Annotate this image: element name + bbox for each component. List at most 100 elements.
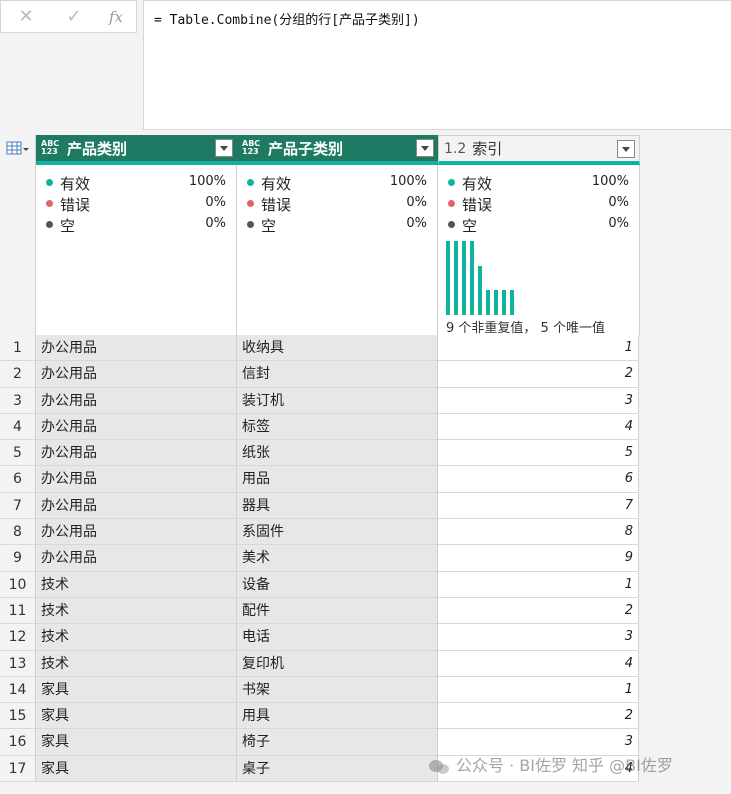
cell-category[interactable]: 家具	[36, 676, 237, 704]
row-number[interactable]: 15	[0, 703, 36, 730]
histogram-bar[interactable]	[470, 241, 474, 315]
cell-category[interactable]: 办公用品	[36, 413, 237, 441]
cell-index[interactable]: 1	[438, 676, 639, 704]
error-dot-icon	[448, 200, 455, 207]
cell-index[interactable]: 2	[438, 703, 639, 730]
cell-category[interactable]: 办公用品	[36, 545, 237, 572]
cell-index[interactable]: 5	[438, 440, 639, 467]
cell-subcategory[interactable]: 用具	[237, 703, 438, 730]
table-menu-icon[interactable]	[6, 141, 30, 157]
row-number[interactable]: 10	[0, 571, 36, 598]
cell-index[interactable]: 2	[438, 597, 639, 625]
filter-dropdown-button[interactable]	[215, 139, 233, 157]
cell-category[interactable]: 技术	[36, 624, 237, 651]
histogram-bar[interactable]	[486, 290, 490, 315]
row-number[interactable]: 17	[0, 755, 36, 783]
row-number[interactable]: 12	[0, 624, 36, 651]
cell-subcategory[interactable]: 纸张	[237, 440, 438, 467]
cell-index[interactable]: 8	[438, 519, 639, 546]
row-number[interactable]: 13	[0, 650, 36, 677]
cell-subcategory[interactable]: 信封	[237, 361, 438, 388]
cell-category[interactable]: 办公用品	[36, 466, 237, 493]
fx-icon[interactable]: fx	[105, 7, 127, 27]
row-number[interactable]: 16	[0, 729, 36, 756]
histogram-bar[interactable]	[478, 266, 482, 315]
wechat-icon	[429, 759, 449, 774]
cell-index[interactable]: 1	[438, 335, 639, 362]
column-profile: 有效 100% 错误 0% 空 0%	[237, 165, 438, 335]
empty-dot-icon	[247, 221, 254, 228]
cell-subcategory[interactable]: 设备	[237, 571, 438, 598]
column-profile: 有效 100% 错误 0% 空 0%	[36, 165, 237, 335]
formula-text[interactable]: = Table.Combine(分组的行[产品子类别])	[154, 9, 420, 28]
cell-category[interactable]: 办公用品	[36, 440, 237, 467]
cell-category[interactable]: 家具	[36, 703, 237, 730]
column-title: 索引	[472, 140, 503, 158]
type-any-icon: ABC 123	[41, 139, 60, 156]
cell-subcategory[interactable]: 美术	[237, 545, 438, 572]
column-header-category[interactable]: ABC 123 产品类别	[36, 135, 237, 165]
histogram-bar[interactable]	[502, 290, 506, 315]
cell-subcategory[interactable]: 复印机	[237, 650, 438, 677]
filter-dropdown-button[interactable]	[617, 139, 635, 158]
cell-subcategory[interactable]: 收纳具	[237, 335, 438, 362]
cell-category[interactable]: 办公用品	[36, 335, 237, 362]
row-number[interactable]: 4	[0, 413, 36, 441]
cell-subcategory[interactable]: 用品	[237, 466, 438, 493]
cell-index[interactable]: 4	[438, 650, 639, 677]
row-number[interactable]: 14	[0, 676, 36, 704]
error-dot-icon	[46, 200, 53, 207]
cell-index[interactable]: 3	[438, 624, 639, 651]
filter-dropdown-button[interactable]	[416, 139, 434, 157]
histogram-bar[interactable]	[454, 241, 458, 315]
row-number[interactable]: 9	[0, 545, 36, 572]
close-icon[interactable]: ✕	[15, 7, 37, 27]
histogram-bar[interactable]	[510, 290, 514, 315]
cell-subcategory[interactable]: 书架	[237, 676, 438, 704]
formula-bar[interactable]: = Table.Combine(分组的行[产品子类别])	[143, 0, 731, 130]
row-number[interactable]: 7	[0, 492, 36, 520]
cell-subcategory[interactable]: 桌子	[237, 755, 438, 783]
histogram-bar[interactable]	[494, 290, 498, 315]
cell-category[interactable]: 家具	[36, 755, 237, 783]
cell-index[interactable]: 9	[438, 545, 639, 572]
row-number[interactable]: 11	[0, 597, 36, 625]
cell-subcategory[interactable]: 配件	[237, 597, 438, 625]
cell-category[interactable]: 办公用品	[36, 361, 237, 388]
valid-dot-icon	[46, 179, 53, 186]
row-number[interactable]: 1	[0, 335, 36, 362]
cell-subcategory[interactable]: 器具	[237, 492, 438, 520]
cell-index[interactable]: 7	[438, 492, 639, 520]
row-number[interactable]: 2	[0, 361, 36, 388]
row-number[interactable]: 3	[0, 387, 36, 414]
column-title: 产品子类别	[268, 139, 344, 158]
row-number[interactable]: 5	[0, 440, 36, 467]
type-any-icon: ABC 123	[242, 139, 261, 156]
cell-index[interactable]: 3	[438, 387, 639, 414]
histogram-bar[interactable]	[462, 241, 466, 315]
cell-category[interactable]: 办公用品	[36, 492, 237, 520]
cell-subcategory[interactable]: 装订机	[237, 387, 438, 414]
row-number[interactable]: 8	[0, 519, 36, 546]
cell-subcategory[interactable]: 系固件	[237, 519, 438, 546]
cell-index[interactable]: 2	[438, 361, 639, 388]
column-title: 产品类别	[67, 139, 128, 158]
empty-dot-icon	[448, 221, 455, 228]
cell-subcategory[interactable]: 标签	[237, 413, 438, 441]
cell-index[interactable]: 1	[438, 571, 639, 598]
cell-category[interactable]: 技术	[36, 597, 237, 625]
cell-category[interactable]: 技术	[36, 571, 237, 598]
cell-subcategory[interactable]: 椅子	[237, 729, 438, 756]
cell-category[interactable]: 办公用品	[36, 387, 237, 414]
histogram-bar[interactable]	[446, 241, 450, 315]
cell-index[interactable]: 4	[438, 413, 639, 441]
cell-category[interactable]: 办公用品	[36, 519, 237, 546]
cell-category[interactable]: 家具	[36, 729, 237, 756]
cell-category[interactable]: 技术	[36, 650, 237, 677]
cell-index[interactable]: 6	[438, 466, 639, 493]
column-header-subcategory[interactable]: ABC 123 产品子类别	[237, 135, 438, 165]
check-icon[interactable]: ✓	[63, 7, 85, 27]
row-number[interactable]: 6	[0, 466, 36, 493]
column-header-index[interactable]: 1.2 索引	[438, 135, 640, 165]
cell-subcategory[interactable]: 电话	[237, 624, 438, 651]
